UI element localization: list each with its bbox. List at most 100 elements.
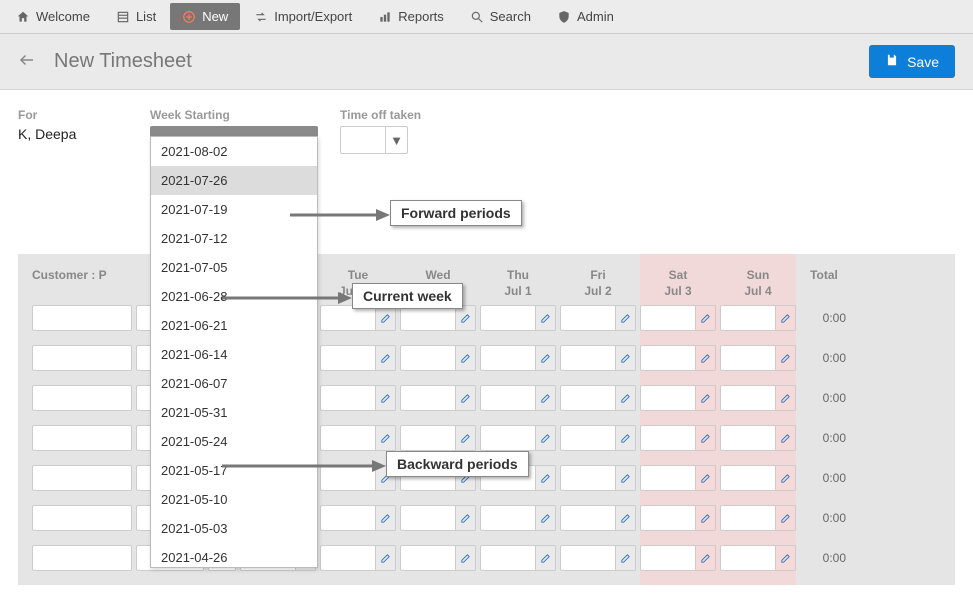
edit-icon[interactable]: [696, 465, 716, 491]
hours-input[interactable]: [640, 505, 696, 531]
hours-input[interactable]: [480, 505, 536, 531]
customer-input[interactable]: [32, 425, 132, 451]
edit-icon[interactable]: [376, 505, 396, 531]
caret-down-icon[interactable]: ▼: [385, 127, 407, 153]
edit-icon[interactable]: [376, 545, 396, 571]
hours-input[interactable]: [640, 465, 696, 491]
hours-input[interactable]: [560, 305, 616, 331]
edit-icon[interactable]: [536, 425, 556, 451]
hours-input[interactable]: [320, 545, 376, 571]
week-option[interactable]: 2021-07-05: [151, 253, 317, 282]
hours-input[interactable]: [640, 305, 696, 331]
edit-icon[interactable]: [456, 425, 476, 451]
nav-admin[interactable]: Admin: [545, 3, 626, 30]
week-option[interactable]: 2021-06-07: [151, 369, 317, 398]
edit-icon[interactable]: [456, 345, 476, 371]
edit-icon[interactable]: [616, 425, 636, 451]
hours-input[interactable]: [560, 545, 616, 571]
edit-icon[interactable]: [456, 505, 476, 531]
edit-icon[interactable]: [376, 305, 396, 331]
edit-icon[interactable]: [696, 345, 716, 371]
edit-icon[interactable]: [536, 505, 556, 531]
week-option[interactable]: 2021-05-03: [151, 514, 317, 543]
week-option[interactable]: 2021-07-12: [151, 224, 317, 253]
hours-input[interactable]: [560, 345, 616, 371]
nav-import-export[interactable]: Import/Export: [242, 3, 364, 30]
hours-input[interactable]: [320, 385, 376, 411]
hours-input[interactable]: [320, 505, 376, 531]
edit-icon[interactable]: [376, 345, 396, 371]
hours-input[interactable]: [320, 425, 376, 451]
week-starting-scroll[interactable]: 2021-08-022021-07-262021-07-192021-07-12…: [151, 137, 317, 567]
week-option[interactable]: 2021-05-10: [151, 485, 317, 514]
hours-input[interactable]: [720, 305, 776, 331]
week-option[interactable]: 2021-08-02: [151, 137, 317, 166]
week-option[interactable]: 2021-06-21: [151, 311, 317, 340]
time-off-dropdown[interactable]: ▼: [340, 126, 408, 154]
hours-input[interactable]: [720, 545, 776, 571]
edit-icon[interactable]: [776, 345, 796, 371]
edit-icon[interactable]: [376, 425, 396, 451]
customer-input[interactable]: [32, 465, 132, 491]
hours-input[interactable]: [480, 305, 536, 331]
edit-icon[interactable]: [616, 305, 636, 331]
edit-icon[interactable]: [536, 545, 556, 571]
nav-welcome[interactable]: Welcome: [4, 3, 102, 30]
hours-input[interactable]: [480, 345, 536, 371]
hours-input[interactable]: [720, 505, 776, 531]
hours-input[interactable]: [560, 505, 616, 531]
hours-input[interactable]: [400, 505, 456, 531]
week-option[interactable]: 2021-05-24: [151, 427, 317, 456]
edit-icon[interactable]: [376, 385, 396, 411]
nav-list[interactable]: List: [104, 3, 168, 30]
hours-input[interactable]: [400, 545, 456, 571]
hours-input[interactable]: [720, 385, 776, 411]
hours-input[interactable]: [640, 385, 696, 411]
nav-search[interactable]: Search: [458, 3, 543, 30]
edit-icon[interactable]: [536, 465, 556, 491]
nav-reports[interactable]: Reports: [366, 3, 456, 30]
customer-input[interactable]: [32, 385, 132, 411]
edit-icon[interactable]: [696, 545, 716, 571]
edit-icon[interactable]: [456, 385, 476, 411]
hours-input[interactable]: [640, 425, 696, 451]
customer-input[interactable]: [32, 505, 132, 531]
hours-input[interactable]: [480, 545, 536, 571]
save-button[interactable]: Save: [869, 45, 955, 78]
edit-icon[interactable]: [776, 305, 796, 331]
hours-input[interactable]: [720, 425, 776, 451]
back-arrow-icon[interactable]: [18, 51, 36, 72]
edit-icon[interactable]: [616, 505, 636, 531]
customer-input[interactable]: [32, 545, 132, 571]
week-option[interactable]: 2021-06-14: [151, 340, 317, 369]
week-option[interactable]: 2021-07-26: [151, 166, 317, 195]
hours-input[interactable]: [640, 545, 696, 571]
hours-input[interactable]: [400, 305, 456, 331]
edit-icon[interactable]: [696, 505, 716, 531]
edit-icon[interactable]: [696, 305, 716, 331]
edit-icon[interactable]: [456, 305, 476, 331]
edit-icon[interactable]: [456, 545, 476, 571]
hours-input[interactable]: [560, 465, 616, 491]
week-option[interactable]: 2021-05-31: [151, 398, 317, 427]
hours-input[interactable]: [480, 385, 536, 411]
hours-input[interactable]: [720, 345, 776, 371]
hours-input[interactable]: [560, 385, 616, 411]
hours-input[interactable]: [400, 425, 456, 451]
edit-icon[interactable]: [616, 545, 636, 571]
edit-icon[interactable]: [776, 545, 796, 571]
week-option[interactable]: 2021-04-26: [151, 543, 317, 567]
edit-icon[interactable]: [616, 385, 636, 411]
edit-icon[interactable]: [776, 505, 796, 531]
hours-input[interactable]: [320, 305, 376, 331]
hours-input[interactable]: [560, 425, 616, 451]
edit-icon[interactable]: [536, 385, 556, 411]
edit-icon[interactable]: [776, 385, 796, 411]
hours-input[interactable]: [720, 465, 776, 491]
edit-icon[interactable]: [536, 305, 556, 331]
edit-icon[interactable]: [616, 345, 636, 371]
edit-icon[interactable]: [776, 465, 796, 491]
edit-icon[interactable]: [696, 425, 716, 451]
edit-icon[interactable]: [776, 425, 796, 451]
hours-input[interactable]: [320, 345, 376, 371]
